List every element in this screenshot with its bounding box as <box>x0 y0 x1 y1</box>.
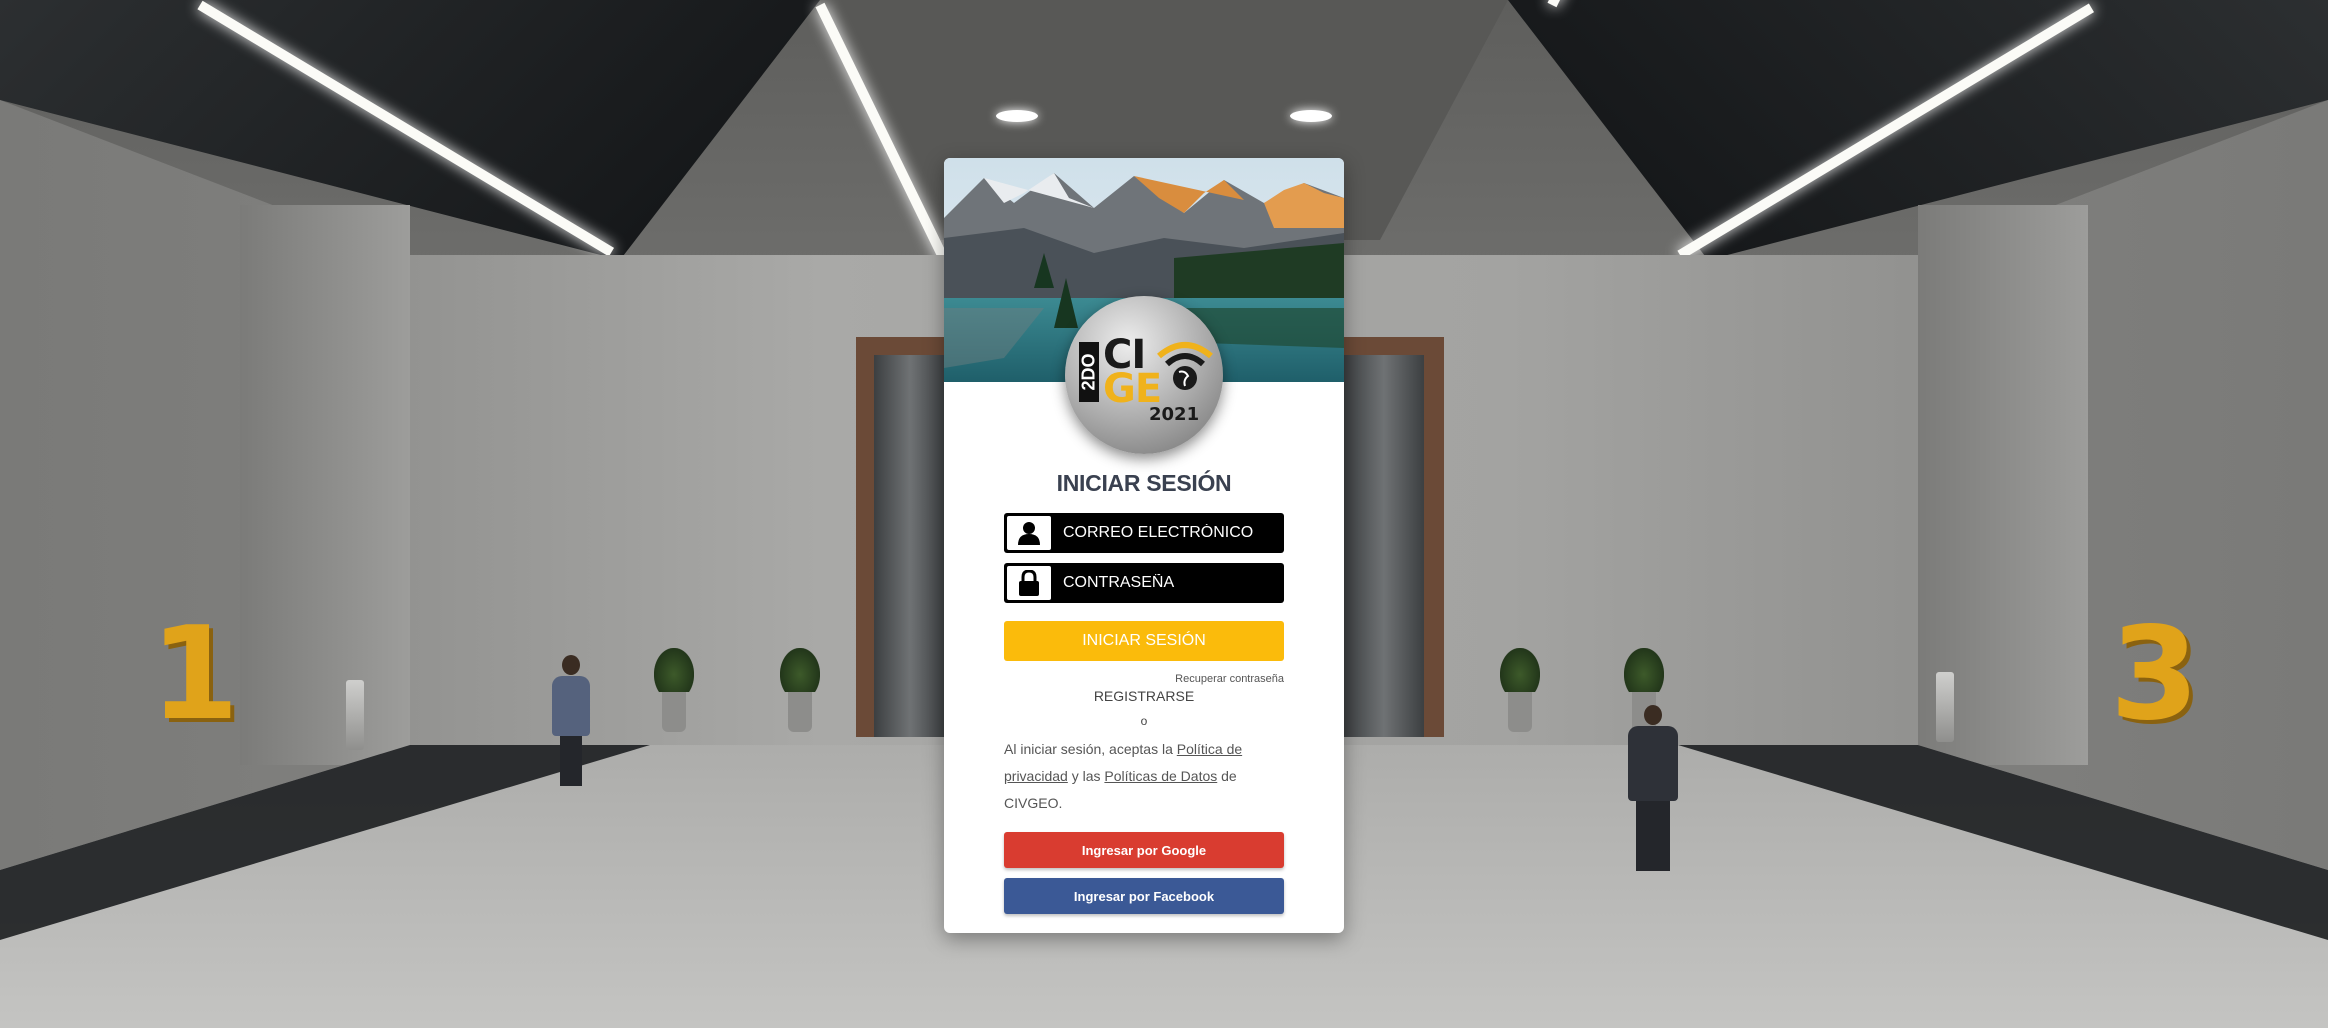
terms-prefix: Al iniciar sesión, aceptas la <box>1004 741 1177 757</box>
google-login-button[interactable]: Ingresar por Google <box>1004 832 1284 868</box>
login-button[interactable]: INICIAR SESIÓN <box>1004 621 1284 661</box>
wifi-globe-icon <box>1157 342 1213 390</box>
email-field <box>1004 513 1284 553</box>
kiosk <box>346 680 364 750</box>
recover-password-link[interactable]: Recuperar contraseña <box>1175 673 1284 685</box>
lock-icon <box>1007 566 1051 600</box>
elevator-door <box>874 355 946 737</box>
email-input[interactable] <box>1051 513 1284 553</box>
kiosk <box>1936 672 1954 742</box>
person-figure <box>1628 705 1678 871</box>
user-icon <box>1007 516 1051 550</box>
login-title: INICIAR SESIÓN <box>1056 470 1232 496</box>
pillar <box>240 205 410 765</box>
data-policy-link[interactable]: Políticas de Datos <box>1104 768 1217 784</box>
logo-year: 2021 <box>1149 404 1200 425</box>
plant-pot <box>1500 648 1540 732</box>
plant-pot <box>780 648 820 732</box>
register-link[interactable]: REGISTRARSE <box>944 688 1344 704</box>
person-figure <box>552 655 590 786</box>
facebook-login-button[interactable]: Ingresar por Facebook <box>1004 878 1284 914</box>
floor-number-left: 1 <box>150 600 240 749</box>
logo-edition: 2DO <box>1078 353 1099 391</box>
terms-text: Al iniciar sesión, aceptas la Política d… <box>1004 736 1289 817</box>
floor-number-right: 3 <box>2110 600 2200 749</box>
password-field <box>1004 563 1284 603</box>
ceiling-lamp <box>996 110 1038 122</box>
ceiling-lamp <box>1290 110 1332 122</box>
login-card: 2DO CI GE 2021 INICIAR SESIÓN INI <box>944 158 1344 933</box>
plant-pot <box>654 648 694 732</box>
elevator-door <box>1344 355 1424 737</box>
cigeo-logo: 2DO CI GE 2021 <box>1065 296 1223 454</box>
or-separator: o <box>1140 714 1148 728</box>
password-input[interactable] <box>1051 563 1284 603</box>
terms-middle: y las <box>1067 768 1105 784</box>
